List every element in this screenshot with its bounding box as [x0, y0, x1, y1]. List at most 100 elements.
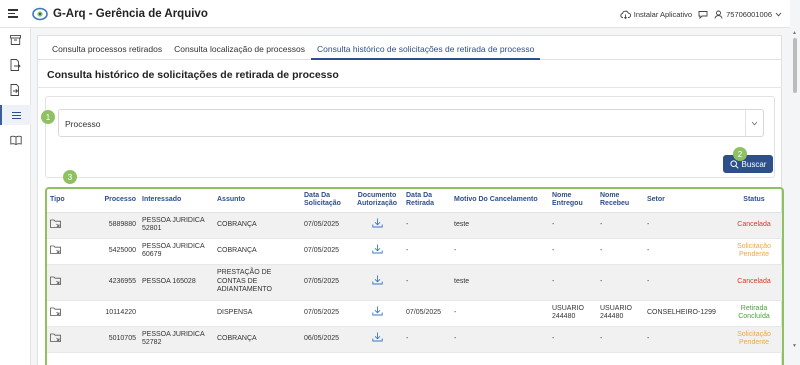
- table-row[interactable]: 5425000 PESSOA JURIDICA 60679 COBRANÇA 07/0…: [47, 238, 782, 265]
- cell-processo: 5889880: [77, 212, 139, 239]
- sidebar-item-book[interactable]: [0, 130, 31, 150]
- cell-data-retirada: -: [403, 238, 451, 265]
- cell-assunto: DISPENSA: [214, 300, 301, 327]
- col-header-setor[interactable]: Setor: [644, 189, 726, 213]
- col-header-assunto[interactable]: Assunto: [214, 189, 301, 213]
- cell-data-solicitacao: 07/05/2025: [301, 238, 351, 265]
- cell-motivo: -: [451, 238, 549, 265]
- cell-interessado: PESSOA JURIDICA 52782: [139, 326, 214, 353]
- scroll-down-arrow-icon[interactable]: ▼: [792, 343, 797, 349]
- col-header-nome-entregou[interactable]: Nome Entregou: [549, 189, 597, 213]
- table-row[interactable]: 5889880 PESSOA JURIDICA 52801 COBRANÇA 07/0…: [47, 212, 782, 239]
- col-header-tipo[interactable]: Tipo: [47, 189, 77, 213]
- page-title: Consulta histórico de solicitações de re…: [47, 69, 339, 81]
- col-header-interessado[interactable]: Interessado: [139, 189, 214, 213]
- step-badge-3: 3: [63, 170, 77, 184]
- page-scrollbar[interactable]: ▲ ▼: [790, 28, 800, 365]
- table-row[interactable]: 10114220 DISPENSA 07/05/2025 07/05/2025- USU…: [47, 300, 782, 327]
- download-icon[interactable]: [371, 332, 383, 344]
- cell-documento-autorizacao: [351, 300, 403, 327]
- col-header-processo[interactable]: Processo: [77, 189, 139, 213]
- cell-tipo: [47, 326, 77, 353]
- cell-data-retirada: -: [403, 264, 451, 301]
- chevron-down-icon: [775, 12, 782, 16]
- cell-motivo: -: [451, 300, 549, 327]
- history-table-panel: Tipo Processo Interessado Assunto Data D…: [45, 187, 784, 365]
- cell-interessado: PESSOA 165028: [139, 264, 214, 301]
- chevron-down-icon: [751, 121, 758, 125]
- cell-setor: -: [644, 326, 726, 353]
- cell-nome-entregou: USUARIO 244480: [549, 300, 597, 327]
- folder-pointer-icon[interactable]: [50, 333, 61, 344]
- cell-motivo: teste: [451, 212, 549, 239]
- top-bar: G-Arq - Gerência de Arquivo Instalar Apl…: [0, 0, 790, 28]
- tab-bar: Consulta processos retirados Consulta lo…: [38, 36, 781, 60]
- download-icon[interactable]: [371, 306, 383, 318]
- sidebar-item-file-import[interactable]: [0, 80, 31, 100]
- cell-data-retirada: -: [403, 212, 451, 239]
- step-badge-2: 2: [733, 147, 747, 161]
- user-menu[interactable]: 75706001006: [714, 10, 782, 19]
- sidebar-item-list[interactable]: [0, 105, 31, 125]
- cell-nome-entregou: -: [549, 264, 597, 301]
- chat-icon[interactable]: [698, 10, 708, 19]
- cell-setor: CONSELHEIRO-1299: [644, 300, 726, 327]
- download-icon[interactable]: [371, 218, 383, 230]
- cell-documento-autorizacao: [351, 326, 403, 353]
- cell-status: Retirada Concluída: [726, 300, 782, 327]
- install-app-button[interactable]: Instalar Aplicativo: [620, 10, 692, 19]
- cell-documento-autorizacao: [351, 212, 403, 239]
- search-icon: [729, 159, 739, 169]
- tab-processos-retirados[interactable]: Consulta processos retirados: [46, 36, 168, 60]
- cell-nome-entregou: -: [549, 326, 597, 353]
- folder-pointer-icon[interactable]: [50, 307, 61, 318]
- cell-assunto: PRESTAÇÃO DE CONTAS DE ADIANTAMENTO: [214, 264, 301, 301]
- process-select-value: Processo: [65, 119, 101, 129]
- search-button[interactable]: Buscar: [723, 155, 773, 173]
- folder-pointer-icon[interactable]: [50, 245, 61, 256]
- process-select[interactable]: Processo: [58, 109, 764, 137]
- user-icon: [714, 10, 723, 19]
- search-button-label: Buscar: [741, 159, 767, 169]
- cell-setor: -: [644, 212, 726, 239]
- menu-icon[interactable]: [8, 7, 22, 21]
- cell-nome-recebeu: USUARIO 244480: [597, 300, 644, 327]
- list-icon: [12, 111, 21, 119]
- cell-data-solicitacao: 07/05/2025: [301, 264, 351, 301]
- col-header-motivo-cancelamento[interactable]: Motivo Do Cancelamento: [451, 189, 549, 213]
- col-header-status[interactable]: Status: [726, 189, 782, 213]
- cell-assunto: COBRANÇA: [214, 326, 301, 353]
- download-icon[interactable]: [371, 275, 383, 287]
- cell-data-solicitacao: 06/05/2025: [301, 326, 351, 353]
- sidebar-item-archive[interactable]: [0, 30, 31, 50]
- folder-pointer-icon[interactable]: [50, 276, 61, 287]
- cell-status: Cancelada: [726, 212, 782, 239]
- col-header-data-solicitacao[interactable]: Data Da Solicitação: [301, 189, 351, 213]
- table-row[interactable]: 4236955 PESSOA 165028 PRESTAÇÃO DE CONTAS …: [47, 264, 782, 301]
- install-app-label: Instalar Aplicativo: [633, 9, 693, 19]
- cell-tipo: [47, 300, 77, 327]
- sidebar: [0, 28, 31, 365]
- cell-tipo: [47, 238, 77, 265]
- sidebar-item-file-export[interactable]: [0, 55, 31, 75]
- scroll-up-arrow-icon[interactable]: ▲: [792, 30, 797, 36]
- table-header-row: Tipo Processo Interessado Assunto Data D…: [47, 189, 782, 213]
- file-export-icon: [10, 59, 21, 71]
- cell-status: Cancelada: [726, 264, 782, 301]
- col-header-data-retirada[interactable]: Data Da Retirada: [403, 189, 451, 213]
- cell-assunto: COBRANÇA: [214, 238, 301, 265]
- col-header-documento-autorizacao[interactable]: Documento Autorização: [351, 189, 403, 213]
- tab-historico-solicitacoes[interactable]: Consulta histórico de solicitações de re…: [310, 36, 541, 60]
- select-chevron[interactable]: [745, 110, 763, 136]
- logo-icon: [32, 7, 48, 20]
- step-badge-1: 1: [41, 110, 55, 124]
- folder-pointer-icon[interactable]: [50, 219, 61, 230]
- top-right-actions: Instalar Aplicativo 75706001006: [620, 0, 782, 28]
- table-row[interactable]: 5010705 PESSOA JURIDICA 52782 COBRANÇA 06/0…: [47, 326, 782, 353]
- tab-localizacao-processos[interactable]: Consulta localização de processos: [168, 36, 311, 60]
- cell-tipo: [47, 264, 77, 301]
- col-header-nome-recebeu[interactable]: Nome Recebeu: [597, 189, 644, 213]
- download-icon[interactable]: [371, 244, 383, 256]
- cloud-download-icon: [620, 10, 631, 19]
- scroll-thumb[interactable]: [793, 38, 797, 93]
